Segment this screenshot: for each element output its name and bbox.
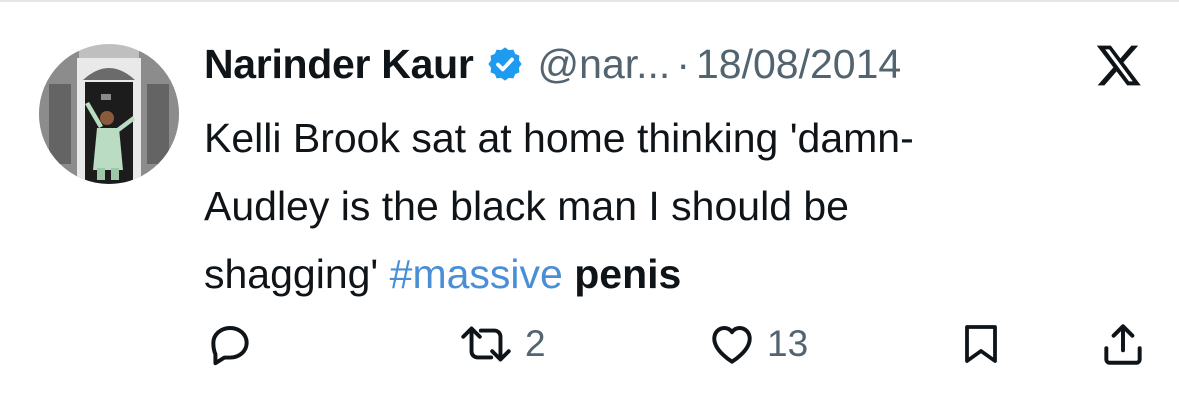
reply-button[interactable] [205,318,255,370]
separator-dot: · [676,40,690,87]
retweet-button[interactable]: 2 [455,318,546,370]
like-button[interactable]: 13 [705,318,808,370]
bookmark-icon [965,325,997,363]
reply-icon [211,325,249,366]
tweet-text-line: Kelli Brook sat at home thinking 'damn- [204,115,914,161]
tweet-header: Narinder Kaur @nar... · 18/08/2014 [204,36,901,92]
tweet-date[interactable]: 18/08/2014 [696,41,901,88]
author-name[interactable]: Narinder Kaur [204,41,474,88]
tweet-text: Kelli Brook sat at home thinking 'damn- … [204,104,1104,308]
tweet-text-line: Audley is the black man I should be [204,183,849,229]
tweet-text-line: shagging' #massive penis [204,240,1104,308]
like-count: 13 [767,323,809,364]
share-icon [1104,324,1142,365]
avatar[interactable] [39,44,179,184]
bold-word: penis [574,251,682,297]
verified-badge-icon [487,47,522,81]
retweet-count: 2 [525,323,546,364]
tweet-text-segment: shagging' [204,251,390,297]
retweet-icon [461,326,511,362]
heart-icon [712,325,752,364]
hashtag-link[interactable]: #massive [390,251,563,297]
share-button[interactable] [1098,318,1148,370]
top-divider [0,0,1179,2]
author-handle[interactable]: @nar... [538,41,671,88]
avatar-photo [39,44,179,184]
bookmark-button[interactable] [957,318,1005,370]
x-logo-icon[interactable] [1095,41,1143,89]
